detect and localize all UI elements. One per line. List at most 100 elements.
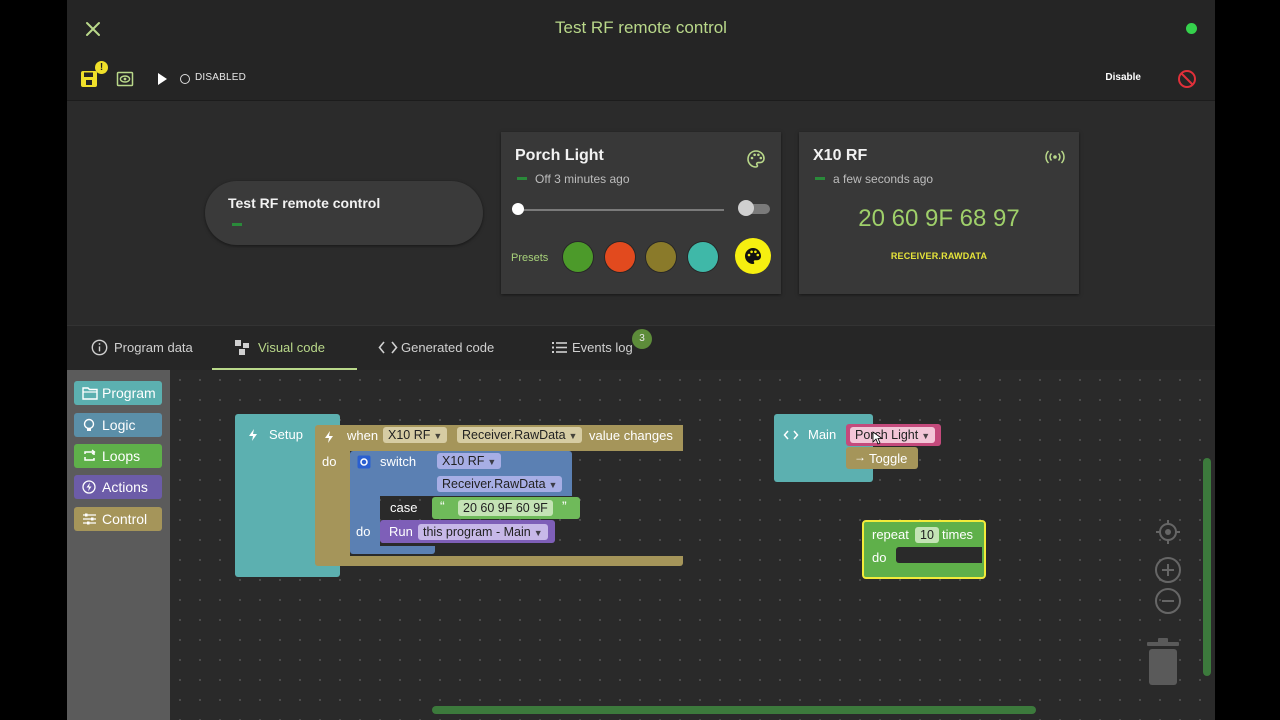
zoom-out-icon[interactable] (1154, 587, 1182, 615)
palette-icon[interactable] (746, 149, 766, 169)
vertical-scrollbar[interactable] (1203, 458, 1211, 676)
repeat-block[interactable]: repeat 10 times do (862, 520, 986, 579)
dashboard-area: Test RF remote control Porch Light Off 3… (67, 101, 1215, 325)
status-radio[interactable] (180, 74, 190, 84)
toolbox-label: Logic (102, 417, 136, 433)
palette-icon (745, 248, 761, 264)
tab-program-data[interactable]: Program data (91, 326, 211, 370)
disable-icon[interactable] (1177, 69, 1197, 89)
preset-color-1[interactable] (563, 242, 593, 272)
preview-icon[interactable] (116, 70, 134, 88)
case-do-label: do (356, 524, 371, 539)
arrow-right-icon: → (854, 450, 866, 464)
rf-value: 20 60 9F 68 97 (858, 205, 1020, 232)
case-value-field[interactable]: 20 60 9F 60 9F (458, 500, 553, 516)
toggle-action-block[interactable]: → Toggle (846, 447, 918, 469)
when-block-footer (315, 556, 683, 566)
switch-device-value: X10 RF (442, 454, 485, 468)
title-bar: Test RF remote control (67, 0, 1215, 58)
code-icon (783, 430, 799, 440)
chevron-down-icon: ▼ (568, 431, 578, 441)
save-icon[interactable] (80, 70, 98, 88)
when-label: when (347, 428, 379, 443)
gear-icon (357, 455, 371, 469)
x10-rf-subtitle: a few seconds ago (833, 172, 934, 186)
when-device-dropdown[interactable]: X10 RF ▼ (383, 427, 448, 443)
tab-generated-code[interactable]: Generated code (378, 326, 508, 370)
tab-label: Generated code (401, 340, 495, 355)
power-switch[interactable] (738, 200, 770, 216)
porch-light-subtitle: Off 3 minutes ago (535, 172, 630, 186)
folder-icon (82, 387, 98, 400)
info-icon (91, 339, 108, 356)
horizontal-scrollbar[interactable] (432, 706, 1036, 714)
repeat-count-field[interactable]: 10 (915, 527, 939, 543)
page-title: Test RF remote control (555, 18, 727, 37)
presets-label: Presets (511, 252, 549, 264)
sliders-icon (83, 513, 96, 525)
disable-button[interactable]: Disable (1105, 72, 1141, 83)
brightness-slider-track[interactable] (518, 209, 724, 211)
loop-icon (84, 449, 96, 461)
tab-visual-code[interactable]: Visual code (234, 326, 344, 370)
toolbox-category-logic[interactable]: Logic (74, 413, 162, 437)
trash-icon[interactable] (1145, 638, 1181, 686)
editor-tabs: Program data Visual code Generated code … (67, 325, 1215, 371)
porch-light-status-mark (517, 177, 527, 180)
toolbox-category-program[interactable]: Program (74, 381, 162, 405)
bolt-icon (325, 431, 333, 443)
when-do-label: do (322, 454, 337, 469)
chevron-down-icon: ▼ (487, 457, 497, 467)
toolbox-label: Actions (102, 479, 148, 495)
switch-label: switch (380, 454, 417, 469)
repeat-label: repeat (872, 527, 909, 542)
porch-light-card: Porch Light Off 3 minutes ago Presets (501, 132, 781, 294)
blocks-icon (235, 340, 249, 355)
switch-property-value: Receiver.RawData (442, 477, 546, 491)
toggle-action-label: Toggle (869, 451, 908, 466)
toolbox-label: Control (102, 511, 148, 527)
preset-color-3[interactable] (646, 242, 676, 272)
case-value-block[interactable]: “ 20 60 9F 60 9F ” (432, 497, 580, 519)
rf-key-label: RECEIVER.RAWDATA (890, 251, 988, 261)
porch-light-title: Porch Light (515, 147, 604, 164)
when-property-dropdown[interactable]: Receiver.RawData ▼ (457, 427, 583, 443)
preset-color-4[interactable] (688, 242, 718, 272)
program-widget[interactable]: Test RF remote control (205, 181, 483, 245)
chevron-down-icon: ▼ (433, 431, 443, 441)
repeat-do-label: do (872, 550, 887, 565)
when-property-value: Receiver.RawData (462, 428, 566, 442)
when-device-value: X10 RF (388, 428, 431, 442)
switch-device-dropdown[interactable]: X10 RF ▼ (437, 453, 502, 469)
toolbox-category-actions[interactable]: Actions (74, 475, 162, 499)
run-target-dropdown[interactable]: this program - Main ▼ (418, 524, 548, 540)
bolt-icon (82, 480, 96, 494)
list-icon (552, 342, 567, 353)
open-quote-icon: “ (440, 498, 445, 514)
chevron-down-icon: ▼ (921, 431, 931, 441)
program-status-label: DISABLED (195, 72, 247, 83)
power-switch-knob (738, 200, 754, 216)
porch-light-device-block[interactable]: Porch Light ▼ (846, 424, 941, 446)
run-block[interactable]: Run this program - Main ▼ (380, 520, 555, 543)
preset-color-2[interactable] (605, 242, 635, 272)
zoom-in-icon[interactable] (1154, 556, 1182, 584)
main-device-value: Porch Light (855, 428, 919, 442)
tab-label: Visual code (258, 340, 325, 355)
main-label: Main (808, 427, 837, 442)
program-widget-title: Test RF remote control (228, 195, 381, 211)
toolbox-category-control[interactable]: Control (74, 507, 162, 531)
blockly-toolbox: Program Logic Loops Actions Control (67, 370, 170, 720)
code-icon (378, 341, 398, 354)
toolbox-category-loops[interactable]: Loops (74, 444, 162, 468)
switch-property-dropdown[interactable]: Receiver.RawData ▼ (437, 476, 563, 492)
play-icon[interactable] (155, 72, 169, 86)
program-widget-status-mark (232, 223, 242, 226)
status-indicator (1186, 23, 1197, 34)
add-preset-button[interactable] (735, 238, 771, 274)
recenter-icon[interactable] (1154, 518, 1182, 546)
main-device-dropdown[interactable]: Porch Light ▼ (850, 427, 936, 443)
value-changes-label: value changes (589, 428, 673, 443)
blockly-workspace[interactable]: Setup when X10 RF ▼ Receiver.RawData ▼ val… (170, 370, 1215, 720)
brightness-slider-thumb[interactable] (512, 203, 524, 215)
